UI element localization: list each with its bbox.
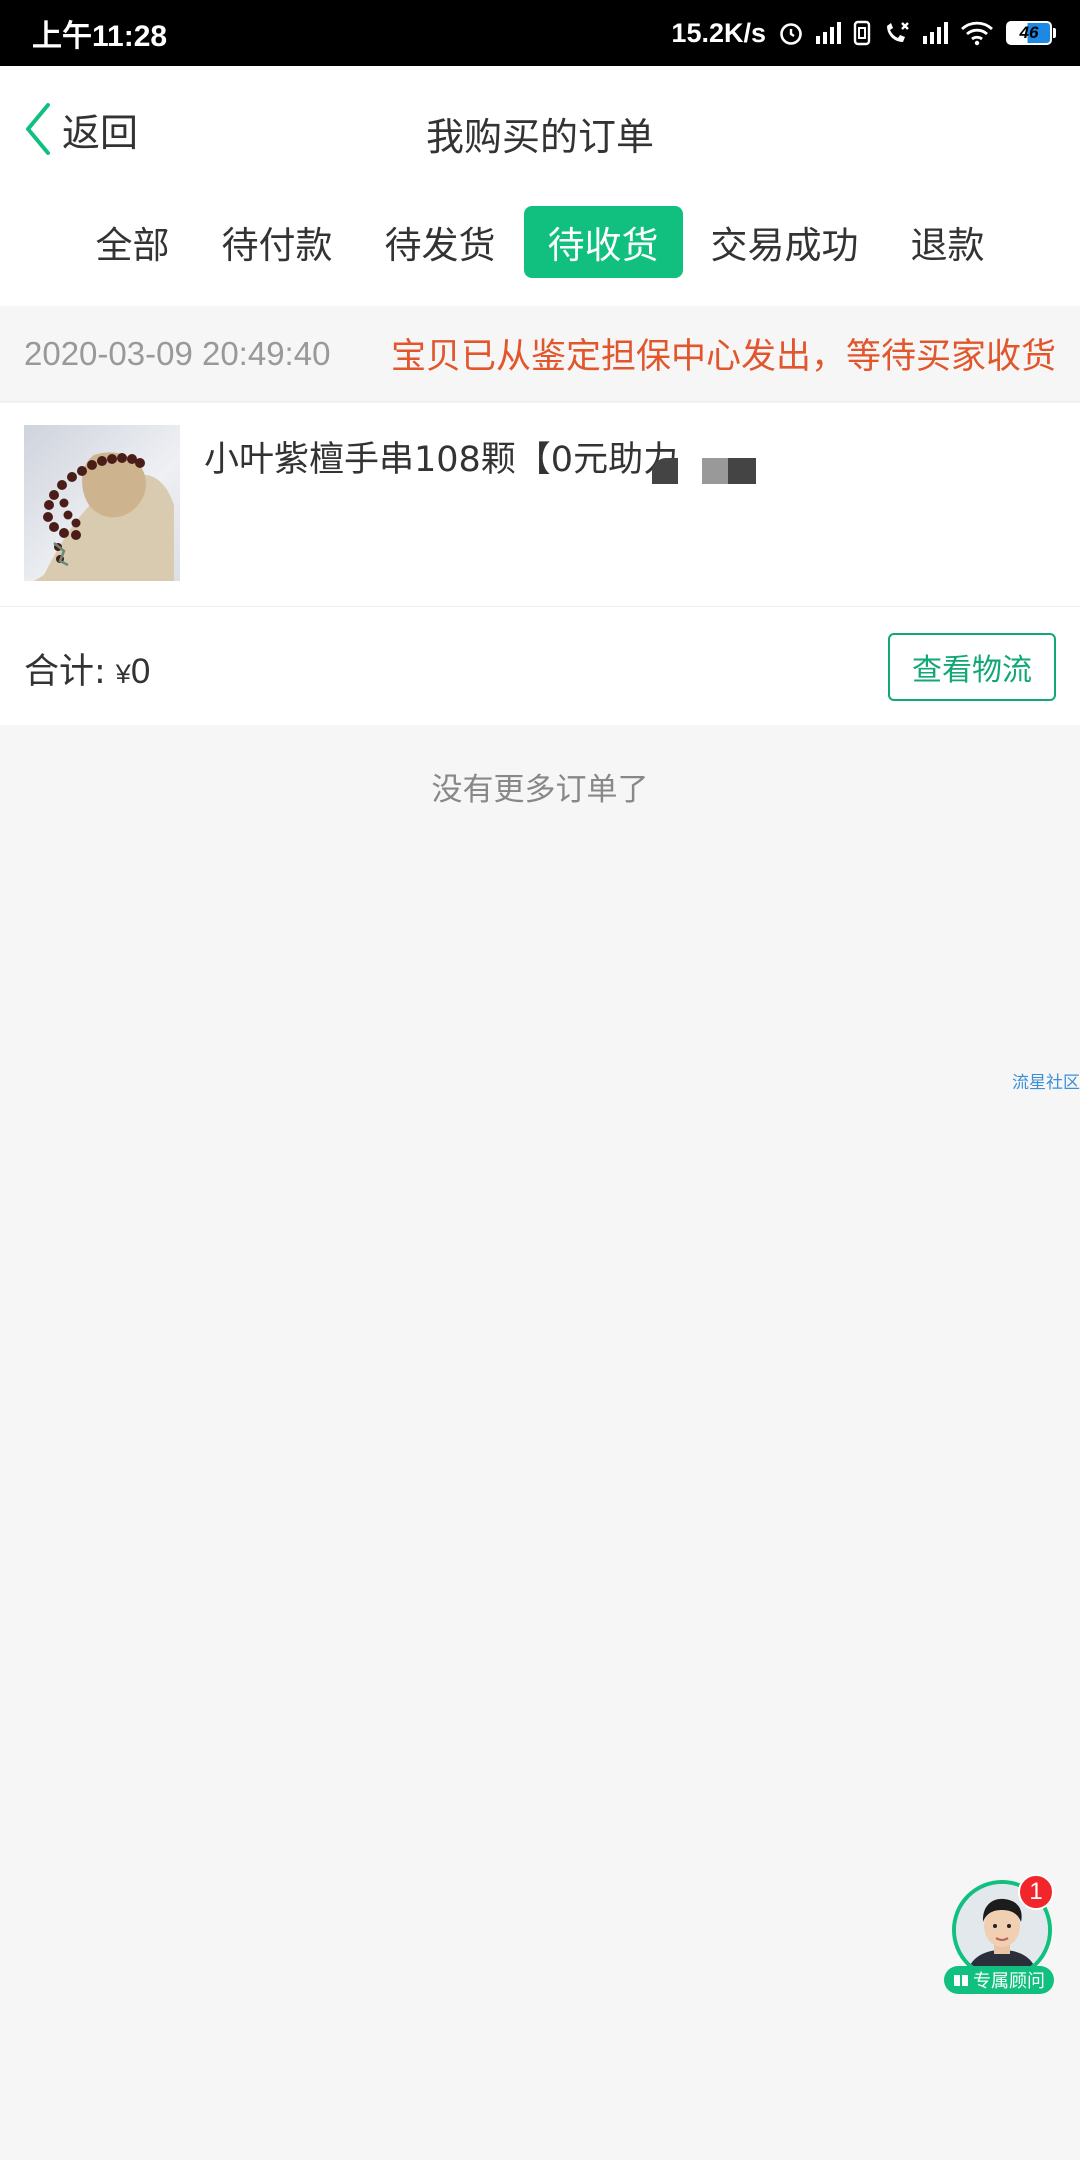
product-name[interactable]: 小叶紫檀手串108颗【0元助力 <box>204 431 678 482</box>
status-icons: 15.2K/s 46 <box>671 18 1056 49</box>
order-item[interactable]: 小叶紫檀手串108颗【0元助力 <box>0 403 1080 607</box>
wifi-icon <box>960 20 994 46</box>
sim-icon <box>853 20 871 46</box>
watermark: 流星社区 <box>1012 1073 1080 1093</box>
advisor-label-text: 专属顾问 <box>973 1971 1045 1992</box>
advisor-label: 专属顾问 <box>944 1966 1054 1994</box>
tab-pending-receipt[interactable]: 待收货 <box>523 206 683 278</box>
tab-pending-payment[interactable]: 待付款 <box>198 206 357 278</box>
product-image[interactable] <box>24 425 180 581</box>
order-status: 宝贝已从鉴定担保中心发出，等待买家收货 <box>390 337 1056 377</box>
battery-icon: 46 <box>1006 21 1056 45</box>
status-time: 上午11:28 <box>32 20 168 53</box>
redacted-block-3 <box>728 458 756 484</box>
tab-refund[interactable]: 退款 <box>887 206 1009 278</box>
order-header: 2020-03-09 20:49:40 宝贝已从鉴定担保中心发出，等待买家收货 <box>0 306 1080 402</box>
tab-all[interactable]: 全部 <box>72 206 194 278</box>
order-total: 合计: ¥0 <box>24 643 150 694</box>
advisor-button[interactable]: 1 专属顾问 <box>944 1874 1058 1996</box>
status-bar: 上午11:28 15.2K/s 46 <box>0 0 1080 66</box>
total-value: ¥0 <box>116 652 151 691</box>
order-time: 2020-03-09 20:49:40 <box>24 334 331 372</box>
call-blocked-icon <box>883 20 911 46</box>
alarm-icon <box>778 20 804 46</box>
order-tabs: 全部 待付款 待发货 待收货 交易成功 退款 <box>0 206 1080 278</box>
tab-pending-shipment[interactable]: 待发货 <box>361 206 520 278</box>
view-logistics-button[interactable]: 查看物流 <box>888 633 1056 701</box>
currency-symbol: ¥ <box>115 659 131 689</box>
network-speed: 15.2K/s <box>671 17 766 48</box>
header: 返回 我购买的订单 全部 待付款 待发货 待收货 交易成功 退款 <box>0 66 1080 306</box>
total-label: 合计: <box>24 652 106 692</box>
tab-completed[interactable]: 交易成功 <box>687 206 883 278</box>
page-title: 我购买的订单 <box>425 115 654 159</box>
signal-icon <box>816 22 841 44</box>
signal-icon-2 <box>923 22 948 44</box>
notification-badge: 1 <box>1018 1874 1054 1910</box>
redacted-block <box>652 458 678 484</box>
total-amount: 0 <box>130 652 151 691</box>
book-icon <box>954 1975 968 1986</box>
no-more-orders-text: 没有更多订单了 <box>431 772 649 808</box>
order-footer: 合计: ¥0 查看物流 <box>0 607 1080 725</box>
redacted-block-2 <box>702 458 728 484</box>
battery-level: 46 <box>1006 21 1052 45</box>
